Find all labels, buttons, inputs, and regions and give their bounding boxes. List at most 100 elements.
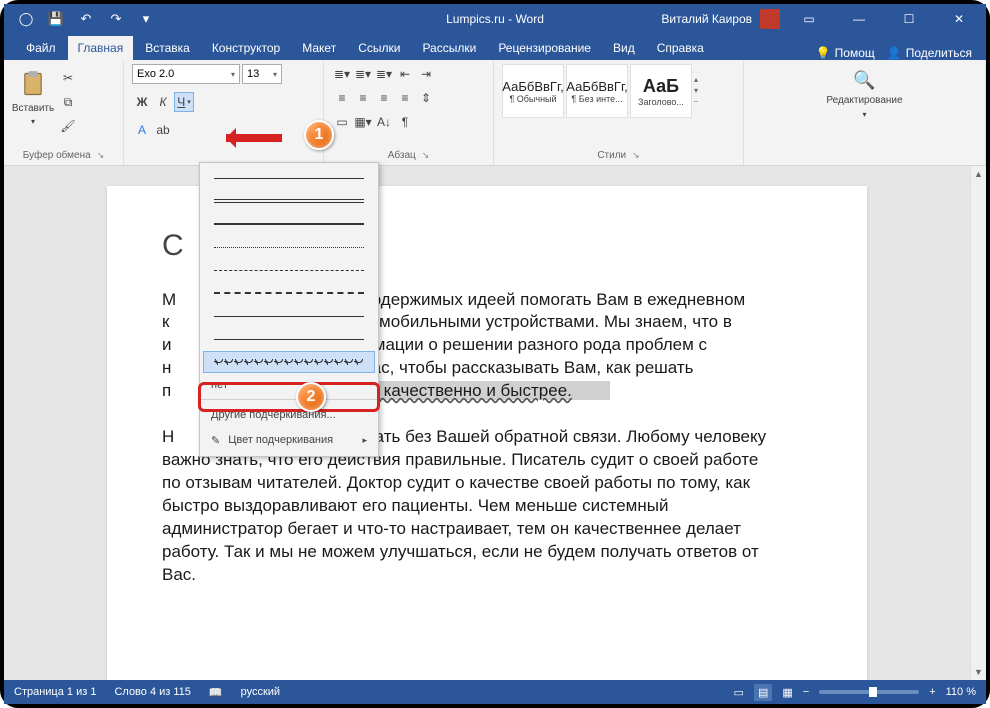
borders-icon[interactable]: ▦▾ <box>353 112 373 132</box>
save-icon[interactable]: 💾 <box>44 7 68 31</box>
undo-icon[interactable]: ↶ <box>74 7 98 31</box>
annotation-arrow <box>226 134 282 142</box>
avatar[interactable] <box>760 9 780 29</box>
annotation-badge-2: 2 <box>296 382 326 412</box>
minimize-icon[interactable]: — <box>838 4 880 34</box>
shading-icon[interactable]: ▭ <box>332 112 352 132</box>
view-read-icon[interactable]: ▭ <box>734 686 744 699</box>
group-font: Exo 2.0▾ 13▾ Ж К Ч ▾ A ab Шрифт <box>124 60 324 165</box>
clipboard-icon <box>19 68 47 100</box>
underline-dashed[interactable] <box>203 259 375 281</box>
underline-dropdown: нет Другие подчеркивания... ✎Цвет подчер… <box>199 162 379 457</box>
align-left-icon[interactable]: ≡ <box>332 88 352 108</box>
style-normal[interactable]: АаБбВвГг,¶ Обычный <box>502 64 564 118</box>
bullets-icon[interactable]: ≣▾ <box>332 64 352 84</box>
show-marks-icon[interactable]: ¶ <box>395 112 415 132</box>
underline-other[interactable]: Другие подчеркивания... <box>203 403 375 427</box>
tab-insert[interactable]: Вставка <box>135 36 200 60</box>
clipboard-dialog-icon[interactable]: ↘ <box>97 150 105 161</box>
underline-dotted[interactable] <box>203 236 375 258</box>
zoom-slider[interactable] <box>819 690 919 694</box>
align-right-icon[interactable]: ≡ <box>374 88 394 108</box>
zoom-in-icon[interactable]: + <box>929 686 935 698</box>
zoom-out-icon[interactable]: − <box>803 686 809 698</box>
styles-dialog-icon[interactable]: ↘ <box>632 150 640 161</box>
close-icon[interactable]: ✕ <box>938 4 980 34</box>
paragraph-dialog-icon[interactable]: ↘ <box>422 150 430 161</box>
copy-icon[interactable]: ⧉ <box>58 92 78 112</box>
maximize-icon[interactable]: ☐ <box>888 4 930 34</box>
increase-indent-icon[interactable]: ⇥ <box>416 64 436 84</box>
quick-access-toolbar: ◯ 💾 ↶ ↷ ▾ Lumpics.ru - Word Виталий Каир… <box>4 4 986 34</box>
qat-right: Виталий Каиров ▭ — ☐ ✕ <box>661 4 986 34</box>
underline-dashlong[interactable] <box>203 282 375 304</box>
scroll-up-icon[interactable]: ▲ <box>971 166 986 182</box>
search-icon: 🔍 <box>853 70 875 91</box>
multilevel-icon[interactable]: ≣▾ <box>374 64 394 84</box>
tab-design[interactable]: Конструктор <box>202 36 290 60</box>
tab-file[interactable]: Файл <box>16 36 66 60</box>
tabs-right: 💡 Помощ 👤 Поделиться <box>816 46 986 60</box>
decrease-indent-icon[interactable]: ⇤ <box>395 64 415 84</box>
document-area[interactable]: C Мтов, одержимых идеей помогать Вам в е… <box>4 166 970 680</box>
group-styles-label: Стили <box>597 150 626 161</box>
align-center-icon[interactable]: ≡ <box>353 88 373 108</box>
status-page[interactable]: Страница 1 из 1 <box>14 686 96 698</box>
chevron-right-icon: ▸ <box>362 435 367 446</box>
cut-icon[interactable]: ✂ <box>58 68 78 88</box>
style-heading1[interactable]: АаБЗаголово... <box>630 64 692 118</box>
pencil-icon: ✎ <box>211 434 220 447</box>
tab-help[interactable]: Справка <box>647 36 714 60</box>
scroll-down-icon[interactable]: ▼ <box>971 664 986 680</box>
status-words[interactable]: Слово 4 из 115 <box>114 686 190 698</box>
line-spacing-icon[interactable]: ⇕ <box>416 88 436 108</box>
text-effects-icon[interactable]: A <box>132 120 152 140</box>
numbering-icon[interactable]: ≣▾ <box>353 64 373 84</box>
paste-button[interactable]: Вставить ▾ <box>12 64 54 130</box>
tab-home[interactable]: Главная <box>68 36 134 60</box>
editing-button[interactable]: 🔍 Редактирование ▾ <box>752 64 977 125</box>
share-button[interactable]: 👤 Поделиться <box>887 46 972 60</box>
status-spellcheck-icon[interactable]: 📖 <box>209 686 223 699</box>
menu-separator <box>200 399 378 400</box>
sort-icon[interactable]: A↓ <box>374 112 394 132</box>
bold-button[interactable]: Ж <box>132 92 152 112</box>
underline-dashdot[interactable] <box>203 305 375 327</box>
view-web-icon[interactable]: ▦ <box>782 686 792 699</box>
underline-wavy[interactable] <box>203 351 375 373</box>
annotation-badge-1: 1 <box>304 120 334 150</box>
underline-none[interactable]: нет <box>203 374 375 396</box>
ribbon-display-icon[interactable]: ▭ <box>788 4 830 34</box>
qat-customize-icon[interactable]: ▾ <box>134 7 158 31</box>
justify-icon[interactable]: ≡ <box>395 88 415 108</box>
tab-layout[interactable]: Макет <box>292 36 346 60</box>
view-print-icon[interactable]: ▤ <box>754 684 772 701</box>
format-painter-icon[interactable]: 🖌 <box>58 116 78 136</box>
tell-me-icon[interactable]: 💡 Помощ <box>816 46 875 60</box>
tab-review[interactable]: Рецензирование <box>488 36 601 60</box>
style-nospacing[interactable]: АаБбВвГг,¶ Без инте... <box>566 64 628 118</box>
underline-single[interactable] <box>203 167 375 189</box>
underline-double[interactable] <box>203 190 375 212</box>
underline-thick[interactable] <box>203 213 375 235</box>
underline-color[interactable]: ✎Цвет подчеркивания▸ <box>203 428 375 452</box>
status-language[interactable]: русский <box>241 686 280 698</box>
font-name-combo[interactable]: Exo 2.0▾ <box>132 64 240 84</box>
tab-mailings[interactable]: Рассылки <box>412 36 486 60</box>
styles-more-icon[interactable]: ▴▾⎯ <box>694 75 698 107</box>
tab-references[interactable]: Ссылки <box>348 36 410 60</box>
redo-icon[interactable]: ↷ <box>104 7 128 31</box>
group-paragraph: ≣▾ ≣▾ ≣▾ ⇤ ⇥ ≡ ≡ ≡ ≡ ⇕ ▭ ▦▾ A↓ ¶ Абзац ↘ <box>324 60 494 165</box>
group-paragraph-label: Абзац <box>388 150 416 161</box>
underline-button[interactable]: Ч ▾ <box>174 92 194 112</box>
tab-view[interactable]: Вид <box>603 36 645 60</box>
highlight-icon[interactable]: ab <box>153 120 173 140</box>
zoom-value[interactable]: 110 % <box>946 686 976 698</box>
autosave-toggle-icon[interactable]: ◯ <box>14 7 38 31</box>
vertical-scrollbar[interactable]: ▲ ▼ <box>970 166 986 680</box>
user-name[interactable]: Виталий Каиров <box>661 12 752 26</box>
underline-dashdotdot[interactable] <box>203 328 375 350</box>
italic-button[interactable]: К <box>153 92 173 112</box>
font-size-combo[interactable]: 13▾ <box>242 64 282 84</box>
group-styles: АаБбВвГг,¶ Обычный АаБбВвГг,¶ Без инте..… <box>494 60 744 165</box>
